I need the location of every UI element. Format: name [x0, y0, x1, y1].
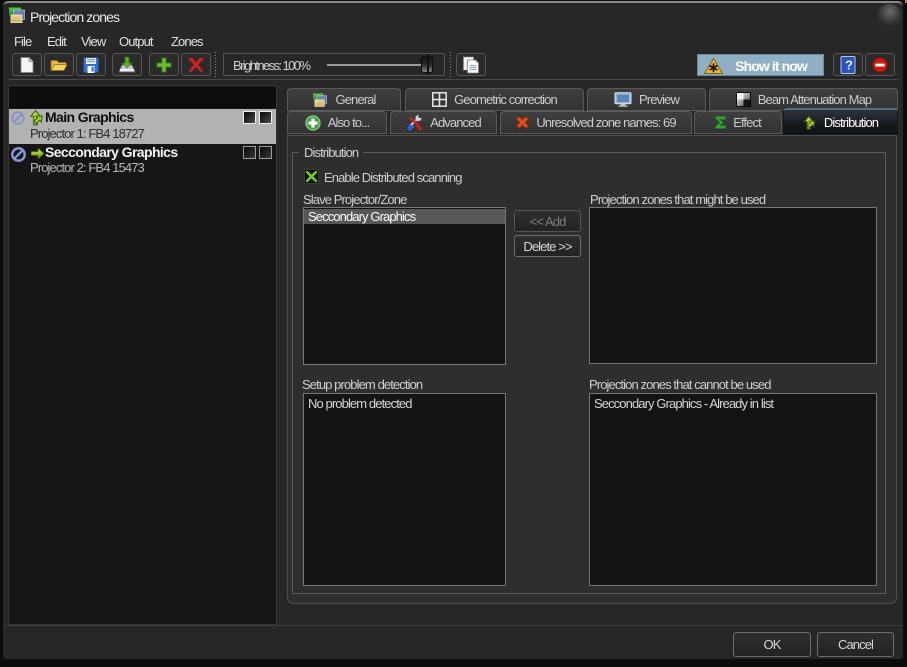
svg-text:?: ?	[845, 57, 853, 72]
